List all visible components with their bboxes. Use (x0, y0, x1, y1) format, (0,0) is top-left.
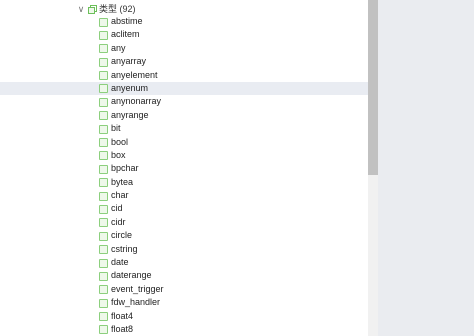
tree-item-label: fdw_handler (111, 297, 161, 308)
detail-panel (378, 0, 474, 336)
type-icon (99, 204, 108, 214)
tree-item-label: anyenum (111, 82, 149, 93)
type-icon (99, 178, 108, 188)
tree-item[interactable]: anyrange (0, 109, 368, 122)
chevron-down-icon[interactable]: ∨ (76, 2, 86, 16)
tree-item[interactable]: cstring (0, 243, 368, 256)
type-icon (99, 258, 108, 268)
tree-item[interactable]: event_trigger (0, 283, 368, 296)
tree-item-label: anyrange (111, 109, 149, 120)
tree-item[interactable]: cid (0, 202, 368, 215)
type-icon (99, 231, 108, 241)
scrollbar-thumb[interactable] (368, 0, 378, 175)
folder-copy-icon (88, 5, 97, 14)
tree-item-label: bit (111, 123, 121, 134)
tree-item[interactable]: bpchar (0, 162, 368, 175)
type-icon (99, 84, 108, 94)
tree-item-label: anyarray (111, 56, 147, 67)
tree-item-label: bytea (111, 176, 134, 187)
type-icon (99, 138, 108, 148)
type-icon (99, 57, 108, 67)
tree-item-label: anyelement (111, 69, 158, 80)
tree-item-label: cid (111, 203, 123, 214)
tree-item[interactable]: bool (0, 136, 368, 149)
tree-item[interactable]: char (0, 189, 368, 202)
tree-item-label: bpchar (111, 163, 139, 174)
type-icon (99, 44, 108, 54)
tree-item-label: char (111, 190, 129, 201)
app-root: ∨ 类型 (92) abstime aclitem any anyarray anyel… (0, 0, 474, 336)
tree-item-label: cstring (111, 243, 138, 254)
tree-item-label: float8 (111, 323, 134, 334)
type-icon (99, 30, 108, 40)
tree-item-label: anynonarray (111, 96, 162, 107)
type-icon (99, 111, 108, 121)
type-icon (99, 17, 108, 27)
type-icon (99, 97, 108, 107)
tree-item[interactable]: any (0, 42, 368, 55)
type-icon (99, 325, 108, 335)
tree-item-label: float4 (111, 310, 134, 321)
tree-item-list: abstime aclitem any anyarray anyelement anyen… (0, 15, 368, 336)
tree-item-label: event_trigger (111, 283, 164, 294)
tree-item-label: cidr (111, 216, 126, 227)
tree-item[interactable]: circle (0, 229, 368, 242)
tree-item-label: date (111, 257, 129, 268)
tree-item[interactable]: box (0, 149, 368, 162)
tree-item[interactable]: float8 (0, 323, 368, 336)
type-icon (99, 271, 108, 281)
tree-item[interactable]: anyarray (0, 55, 368, 68)
tree-item-label: circle (111, 230, 133, 241)
tree-item[interactable]: fdw_handler (0, 296, 368, 309)
type-icon (99, 191, 108, 201)
type-icon (99, 285, 108, 295)
tree-item-label: abstime (111, 16, 143, 26)
tree-item[interactable]: anyelement (0, 69, 368, 82)
tree-item[interactable]: aclitem (0, 28, 368, 41)
tree-item[interactable]: float4 (0, 310, 368, 323)
tree-item[interactable]: cidr (0, 216, 368, 229)
tree-item[interactable]: date (0, 256, 368, 269)
tree-group-types[interactable]: ∨ 类型 (92) (0, 2, 368, 16)
type-icon (99, 312, 108, 322)
tree-item[interactable]: anyenum (0, 81, 368, 96)
tree-item-label: any (111, 42, 126, 53)
tree-item[interactable]: abstime (0, 15, 368, 28)
type-icon (99, 124, 108, 134)
vertical-scrollbar[interactable] (368, 0, 378, 336)
tree-item-label: box (111, 149, 126, 160)
type-icon (99, 218, 108, 228)
tree-item[interactable]: anynonarray (0, 95, 368, 108)
type-icon (99, 164, 108, 174)
type-icon (99, 245, 108, 255)
tree-group-label: 类型 (92) (99, 4, 136, 14)
type-icon (99, 298, 108, 308)
tree-item[interactable]: daterange (0, 269, 368, 282)
tree-item-label: aclitem (111, 29, 140, 40)
tree-item[interactable]: bytea (0, 176, 368, 189)
tree-item-label: bool (111, 136, 129, 147)
tree-item-label: daterange (111, 270, 152, 281)
object-tree: ∨ 类型 (92) abstime aclitem any anyarray anyel… (0, 0, 368, 336)
type-icon (99, 71, 108, 81)
tree-item[interactable]: bit (0, 122, 368, 135)
type-icon (99, 151, 108, 161)
